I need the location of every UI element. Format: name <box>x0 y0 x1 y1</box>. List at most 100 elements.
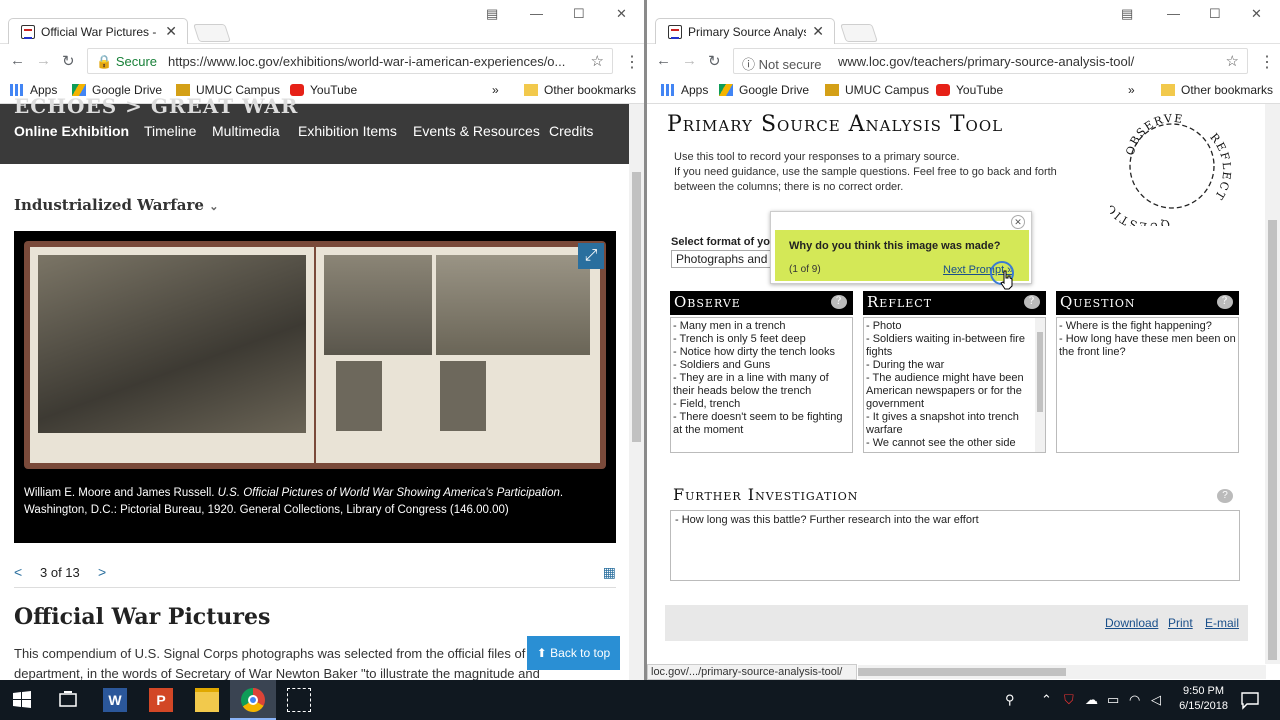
help-bubble-icon[interactable]: ? <box>831 295 847 309</box>
reload-icon[interactable]: ↻ <box>62 52 75 70</box>
nav-timeline[interactable]: Timeline <box>144 123 196 139</box>
reload-icon[interactable]: ↻ <box>708 52 721 70</box>
portrait-photo-2 <box>440 361 486 431</box>
powerpoint-icon[interactable]: P <box>149 688 173 712</box>
format-select[interactable]: Photographs and <box>671 250 781 268</box>
right-scrollbar-thumb[interactable] <box>1268 220 1277 660</box>
book-page-left <box>30 247 314 463</box>
help-bubble-icon[interactable]: ? <box>1217 295 1233 309</box>
tab-official-war-pictures[interactable]: Official War Pictures - Ech ✕ <box>8 18 188 44</box>
horizontal-scrollbar-thumb[interactable] <box>858 668 1066 676</box>
chrome-menu-icon[interactable]: ⋮ <box>1259 52 1275 72</box>
bookmark-umuc-campus[interactable]: UMUC Campus <box>825 83 929 97</box>
system-clock[interactable]: 9:50 PM 6/15/2018 <box>1179 684 1228 714</box>
maximize-icon[interactable]: ☐ <box>573 6 585 22</box>
left-scrollbar-thumb[interactable] <box>632 172 641 442</box>
nav-exhibition-items[interactable]: Exhibition Items <box>298 123 397 139</box>
show-hidden-icons-chevron-icon[interactable]: ⌃ <box>1041 692 1052 708</box>
close-window-icon[interactable]: ✕ <box>1251 6 1262 22</box>
image-gallery: ⤢ William E. Moore and James Russell. U.… <box>14 231 616 543</box>
close-tab-icon[interactable]: ✕ <box>812 23 824 40</box>
next-chevron-icon[interactable]: > <box>98 564 106 580</box>
close-window-icon[interactable]: ✕ <box>616 6 627 22</box>
prev-chevron-icon[interactable]: < <box>14 564 22 580</box>
bookmark-google-drive[interactable]: Google Drive <box>719 83 809 97</box>
email-link[interactable]: E-mail <box>1205 616 1239 630</box>
help-bubble-icon[interactable]: ? <box>1217 489 1233 503</box>
new-tab-button[interactable] <box>193 24 231 42</box>
further-investigation-textarea[interactable]: - How long was this battle? Further rese… <box>670 510 1240 581</box>
left-scrollbar[interactable] <box>629 104 644 680</box>
bookmark-label: Other bookmarks <box>544 83 637 97</box>
onedrive-cloud-icon[interactable]: ☁ <box>1085 692 1098 708</box>
expand-icon[interactable]: ⤢ <box>578 243 604 269</box>
right-scrollbar[interactable] <box>1265 104 1280 664</box>
back-arrow-icon[interactable]: ← <box>10 52 25 69</box>
profile-icon[interactable]: ▤ <box>1121 6 1133 22</box>
reflect-item: - The audience might have been American … <box>866 372 1024 410</box>
reflect-column: Reflect? - Photo - Soldiers waiting in-b… <box>863 291 1046 453</box>
clock-date: 6/15/2018 <box>1179 700 1228 712</box>
tab-primary-source-analysis[interactable]: Primary Source Analysis T ✕ <box>655 18 835 44</box>
bookmark-youtube[interactable]: YouTube <box>936 83 1003 97</box>
nav-credits[interactable]: Credits <box>549 123 593 139</box>
nav-multimedia[interactable]: Multimedia <box>212 123 280 139</box>
other-bookmarks[interactable]: Other bookmarks <box>1161 83 1273 97</box>
back-arrow-icon[interactable]: ← <box>656 52 671 69</box>
mcafee-shield-icon[interactable]: ⛉ <box>1064 692 1074 708</box>
close-popup-icon[interactable]: ✕ <box>1011 215 1025 229</box>
reflect-item: - We cannot see the other side <box>866 437 1016 449</box>
page-title: Primary Source Analysis Tool <box>667 112 1004 137</box>
people-icon[interactable]: ⚲ <box>1005 692 1015 708</box>
help-bubble-icon[interactable]: ? <box>1024 295 1040 309</box>
snipping-tool-icon[interactable] <box>287 688 311 712</box>
volume-icon[interactable]: ◁ <box>1151 692 1161 708</box>
omnibox[interactable]: ⓘ Not secure www.loc.gov/teachers/primar… <box>733 48 1248 74</box>
windows-start-icon[interactable] <box>10 688 34 712</box>
minimize-icon[interactable]: — <box>530 6 543 21</box>
question-textarea[interactable]: - Where is the fight happening? - How lo… <box>1056 317 1239 453</box>
reflect-scrollbar-thumb[interactable] <box>1037 332 1043 412</box>
reflect-textarea[interactable]: - Photo - Soldiers waiting in-between fi… <box>863 317 1046 453</box>
bookmarks-bar: Apps Google Drive UMUC Campus YouTube » … <box>647 78 1280 104</box>
bookmark-apps[interactable]: Apps <box>661 83 708 97</box>
right-horizontal-scrollbar[interactable] <box>858 665 1266 679</box>
minimize-icon[interactable]: — <box>1167 6 1180 21</box>
nav-online-exhibition[interactable]: Online Exhibition <box>14 123 129 139</box>
omnibox[interactable]: 🔒 Secure https://www.loc.gov/exhibitions… <box>87 48 613 74</box>
power-icon[interactable]: ▭ <box>1107 692 1119 708</box>
bookmark-star-icon[interactable]: ☆ <box>591 52 604 70</box>
bookmark-star-icon[interactable]: ☆ <box>1226 52 1239 70</box>
url-text[interactable]: www.loc.gov/teachers/primary-source-anal… <box>838 54 1198 69</box>
forward-arrow-icon[interactable]: → <box>682 52 697 69</box>
close-tab-icon[interactable]: ✕ <box>165 23 177 40</box>
wifi-icon[interactable]: ◠ <box>1129 692 1140 708</box>
nav-events-resources[interactable]: Events & Resources <box>413 123 540 139</box>
file-explorer-icon[interactable] <box>195 688 219 712</box>
bookmark-youtube[interactable]: YouTube <box>290 83 357 97</box>
url-text[interactable]: https://www.loc.gov/exhibitions/world-wa… <box>168 54 578 69</box>
chrome-menu-icon[interactable]: ⋮ <box>624 52 640 72</box>
download-link[interactable]: Download <box>1105 616 1158 630</box>
bookmark-label: YouTube <box>956 83 1004 97</box>
more-bookmarks-chevron-icon[interactable]: » <box>1128 83 1135 97</box>
forward-arrow-icon[interactable]: → <box>36 52 51 69</box>
wheel-observe: OBSERVE <box>1123 112 1184 157</box>
task-view-icon[interactable] <box>56 688 80 712</box>
maximize-icon[interactable]: ☐ <box>1209 6 1221 22</box>
wheel-question: QUESTION <box>1110 191 1171 226</box>
new-tab-button[interactable] <box>840 24 878 42</box>
observe-textarea[interactable]: - Many men in a trench - Trench is only … <box>670 317 853 453</box>
question-title: Question <box>1060 293 1136 311</box>
more-bookmarks-chevron-icon[interactable]: » <box>492 83 499 97</box>
back-to-top-button[interactable]: ⬆ Back to top <box>527 636 620 670</box>
left-browser-window: Official War Pictures - Ech ✕ ▤ — ☐ ✕ ← … <box>0 0 644 680</box>
notifications-icon[interactable] <box>1238 688 1262 712</box>
section-dropdown[interactable]: Industrialized Warfare ⌄ <box>14 196 218 214</box>
grid-view-icon[interactable]: ▦ <box>603 564 616 581</box>
reflect-scrollbar[interactable] <box>1035 318 1045 452</box>
print-link[interactable]: Print <box>1168 616 1193 630</box>
other-bookmarks[interactable]: Other bookmarks <box>524 83 636 97</box>
profile-icon[interactable]: ▤ <box>486 6 498 22</box>
word-icon[interactable]: W <box>103 688 127 712</box>
